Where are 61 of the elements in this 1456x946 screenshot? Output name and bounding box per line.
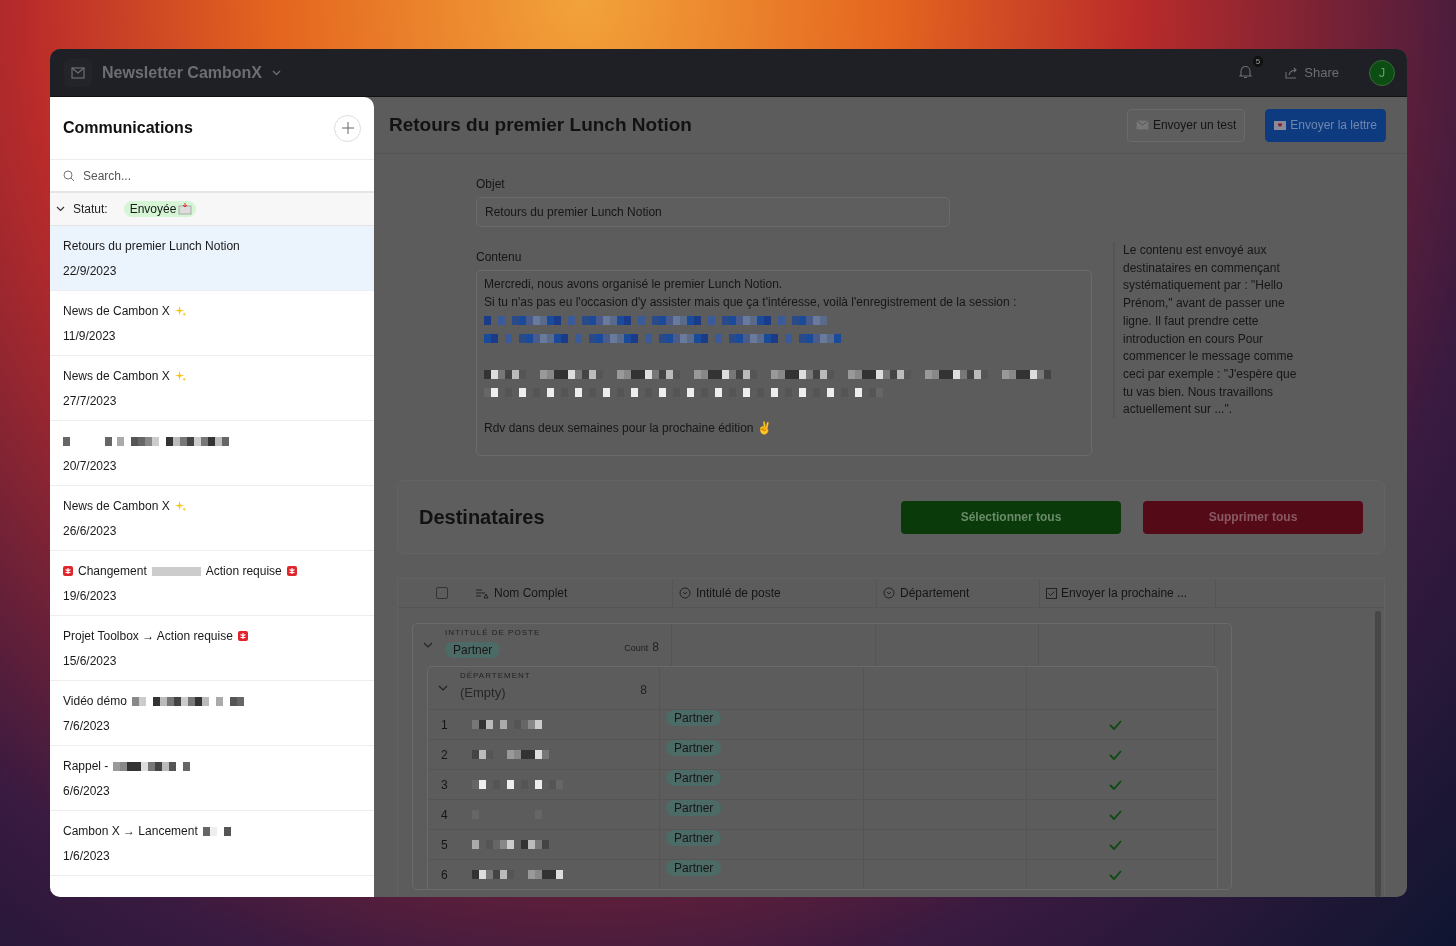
- item-date: 20/7/2023: [63, 458, 118, 473]
- status-tag[interactable]: Envoyée: [123, 201, 197, 217]
- send-letter-button[interactable]: Envoyer la lettre: [1265, 108, 1386, 142]
- content-text: Rdv dans deux semaines pour la prochaine édition ✌: [484, 420, 772, 437]
- group-count: 8: [640, 683, 647, 697]
- filter-label: Statut:: [73, 202, 108, 216]
- job-tag: Partner: [666, 860, 722, 876]
- item-date: 19/6/2023: [63, 588, 118, 603]
- delete-all-button[interactable]: Supprimer tous: [1143, 500, 1363, 534]
- item-date: 27/7/2023: [63, 393, 118, 408]
- column-header[interactable]: Envoyer la prochaine ...: [1040, 579, 1216, 607]
- content-text: Mercredi, nous avons organisé le premier Lunch Notion.: [484, 276, 783, 293]
- item-date: 7/6/2023: [63, 718, 111, 733]
- column-header[interactable]: Nom Complet: [470, 579, 673, 607]
- window-title[interactable]: Newsletter CambonX: [102, 63, 263, 82]
- user-avatar[interactable]: J: [1369, 59, 1395, 86]
- group-count: 8: [652, 640, 659, 654]
- item-title: News de Cambon X: [63, 369, 170, 383]
- item-date: 6/6/2023: [63, 783, 111, 798]
- notification-count: 5: [1252, 55, 1264, 67]
- communication-item[interactable]: Retours du premier Lunch Notion 22/9/2023: [50, 226, 374, 291]
- item-date: 22/9/2023: [63, 263, 118, 278]
- item-date: 11/9/2023: [63, 328, 117, 343]
- sidebar-title: Communications: [63, 119, 193, 137]
- item-title: Changement: [78, 564, 147, 578]
- row-number: 6: [441, 867, 448, 882]
- section-title: Destinataires: [419, 505, 546, 529]
- item-title: News de Cambon X: [63, 304, 170, 318]
- send-test-button[interactable]: Envoyer un test: [1126, 108, 1246, 142]
- field-label: Contenu: [476, 250, 523, 264]
- column-header[interactable]: Département: [877, 579, 1040, 607]
- help-note: Le contenu est envoyé aux destinataires en commençant systématiquement par : "Hello Prénom," avant de passer une ligne. Il faut prendre cette introduction en cours Pour commencer le message comme ceci par exemple : "J'espère que tu vas bien. Nous travaillons actuellement sur ...".: [1113, 242, 1309, 418]
- item-title: Action requise: [205, 564, 282, 578]
- job-tag: Partner: [666, 770, 722, 786]
- job-tag: Partner: [666, 800, 722, 816]
- row-number: 1: [441, 717, 448, 732]
- item-date: 1/6/2023: [63, 848, 111, 863]
- item-title: Retours du premier Lunch Notion: [63, 239, 240, 253]
- subject-field[interactable]: Retours du premier Lunch Notion: [476, 197, 950, 227]
- job-tag: Partner: [445, 642, 501, 658]
- job-tag: Partner: [666, 740, 722, 756]
- item-date: 26/6/2023: [63, 523, 118, 538]
- item-date: 15/6/2023: [63, 653, 118, 668]
- item-title: News de Cambon X: [63, 499, 170, 513]
- field-label: Objet: [476, 177, 506, 191]
- content-text: Si tu n'as pas eu l'occasion d'y assister mais que ça t'intéresse, voilà l'enregistrement de la session :: [484, 294, 1017, 311]
- row-number: 3: [441, 777, 448, 792]
- item-title: Rappel -: [63, 759, 109, 773]
- row-number: 2: [441, 747, 448, 762]
- column-header[interactable]: Intitulé de poste: [673, 579, 877, 607]
- select-all-button[interactable]: Sélectionner tous: [901, 500, 1121, 534]
- job-tag: Partner: [666, 710, 722, 726]
- page-title: Retours du premier Lunch Notion: [389, 114, 693, 136]
- job-tag: Partner: [666, 830, 722, 846]
- row-number: 4: [441, 807, 448, 822]
- item-title: Projet Toolbox → Action requise: [63, 629, 233, 643]
- share-button[interactable]: Share: [1279, 64, 1345, 81]
- item-title: Cambon X → Lancement: [63, 824, 198, 838]
- item-title: Vidéo démo: [63, 694, 127, 708]
- row-number: 5: [441, 837, 448, 852]
- group-label: DÉPARTEMENT: [460, 671, 532, 680]
